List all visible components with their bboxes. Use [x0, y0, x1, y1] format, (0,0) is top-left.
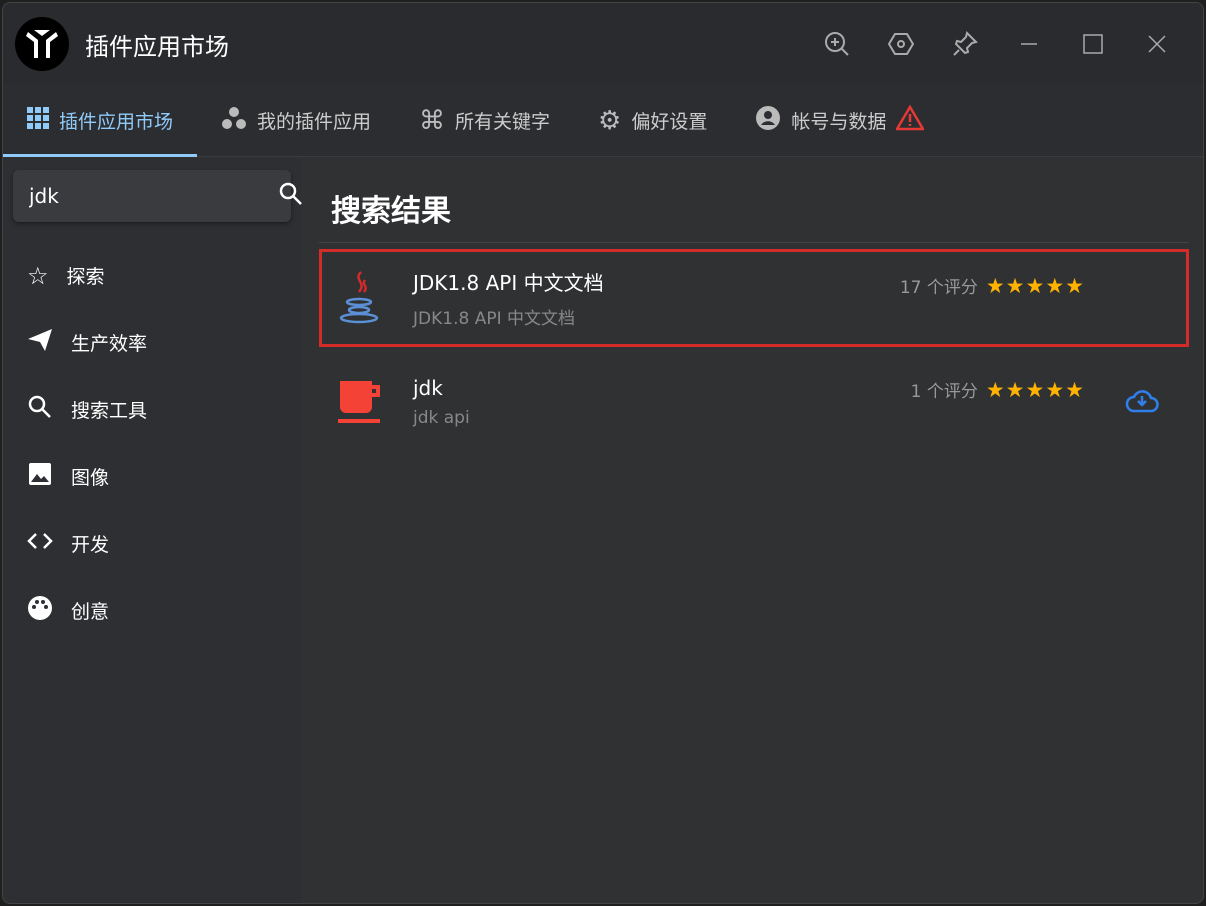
- nav-label: 图像: [71, 467, 110, 489]
- tab-label: 帐号与数据: [791, 111, 887, 133]
- bubbles-icon: [221, 106, 247, 135]
- result-name: JDK1.8 API 中文文档: [413, 271, 604, 295]
- result-desc: jdk api: [413, 408, 470, 428]
- send-icon: [27, 328, 53, 357]
- sidebar-item-productivity[interactable]: 生产效率: [3, 309, 301, 376]
- tab-label: 插件应用市场: [59, 111, 174, 133]
- rating-count: 17 个评分: [899, 278, 978, 298]
- star-rating: ★★★★★: [985, 377, 1085, 402]
- palette-icon: [27, 595, 53, 626]
- maximize-button[interactable]: [1061, 24, 1125, 64]
- tab-preferences[interactable]: ⚙ 偏好设置: [574, 85, 731, 156]
- tab-label: 所有关键字: [455, 111, 551, 133]
- app-logo: [15, 17, 69, 71]
- code-icon: [27, 528, 53, 559]
- result-name: jdk: [413, 376, 443, 400]
- tab-bar: 插件应用市场 我的插件应用 ⌘ 所有关键字 ⚙ 偏好设置 帐号与数据: [3, 85, 1203, 157]
- pin-button[interactable]: [933, 24, 997, 64]
- zoom-in-button[interactable]: [805, 24, 869, 64]
- nav-label: 搜索工具: [71, 400, 148, 422]
- rating-count: 1 个评分: [910, 382, 978, 402]
- nav-label: 创意: [71, 601, 110, 623]
- hexagon-settings-button[interactable]: [869, 24, 933, 64]
- search-input[interactable]: [29, 184, 278, 208]
- tab-label: 我的插件应用: [257, 111, 372, 133]
- tab-keywords[interactable]: ⌘ 所有关键字: [395, 85, 574, 156]
- main-content: 搜索结果 JDK1.8 API 中文文档 JDK1.8 API 中文文档 17 个…: [301, 158, 1203, 903]
- gear-icon: ⚙: [598, 105, 622, 136]
- sidebar-item-image[interactable]: 图像: [3, 443, 301, 510]
- sidebar-item-search-tools[interactable]: 搜索工具: [3, 376, 301, 443]
- tab-my-plugins[interactable]: 我的插件应用: [197, 85, 395, 156]
- result-item[interactable]: JDK1.8 API 中文文档 JDK1.8 API 中文文档 17 个评分 ★★★…: [319, 249, 1189, 347]
- tab-label: 偏好设置: [631, 111, 708, 133]
- nav-label: 探索: [66, 266, 105, 288]
- result-item[interactable]: jdk jdk api 1 个评分 ★★★★★: [319, 353, 1189, 451]
- account-icon: [755, 105, 781, 136]
- star-outline-icon: ☆: [27, 261, 49, 290]
- sidebar-item-explore[interactable]: ☆ 探索: [3, 242, 301, 309]
- title-bar: 插件应用市场: [3, 3, 1203, 85]
- tab-market[interactable]: 插件应用市场: [3, 85, 198, 157]
- sidebar: ☆ 探索 生产效率 搜索工具 图像 开发 创意: [3, 158, 302, 903]
- page-title: 搜索结果: [319, 158, 1189, 243]
- star-rating: ★★★★★: [985, 273, 1085, 298]
- warning-icon: [895, 104, 926, 136]
- search-box: [13, 170, 302, 222]
- app-window: 插件应用市场 插件应用市场 我的插件应用 ⌘ 所有关键字 ⚙ 偏好设置 帐号与数据 …: [2, 2, 1204, 904]
- java-icon: [325, 270, 397, 326]
- command-icon: ⌘: [419, 105, 446, 136]
- sidebar-item-creative[interactable]: 创意: [3, 577, 301, 644]
- search-icon: [27, 394, 53, 425]
- image-icon: [27, 461, 53, 492]
- tab-account[interactable]: 帐号与数据: [731, 85, 948, 156]
- nav-label: 开发: [71, 534, 110, 556]
- nav-label: 生产效率: [71, 333, 148, 355]
- coffee-cup-icon: [325, 379, 397, 425]
- sidebar-item-develop[interactable]: 开发: [3, 510, 301, 577]
- cloud-download-icon[interactable]: [1125, 387, 1159, 417]
- grid-icon: [27, 107, 49, 134]
- window-title: 插件应用市场: [85, 32, 229, 61]
- result-desc: JDK1.8 API 中文文档: [413, 309, 575, 329]
- close-button[interactable]: [1125, 24, 1189, 64]
- minimize-button[interactable]: [997, 24, 1061, 64]
